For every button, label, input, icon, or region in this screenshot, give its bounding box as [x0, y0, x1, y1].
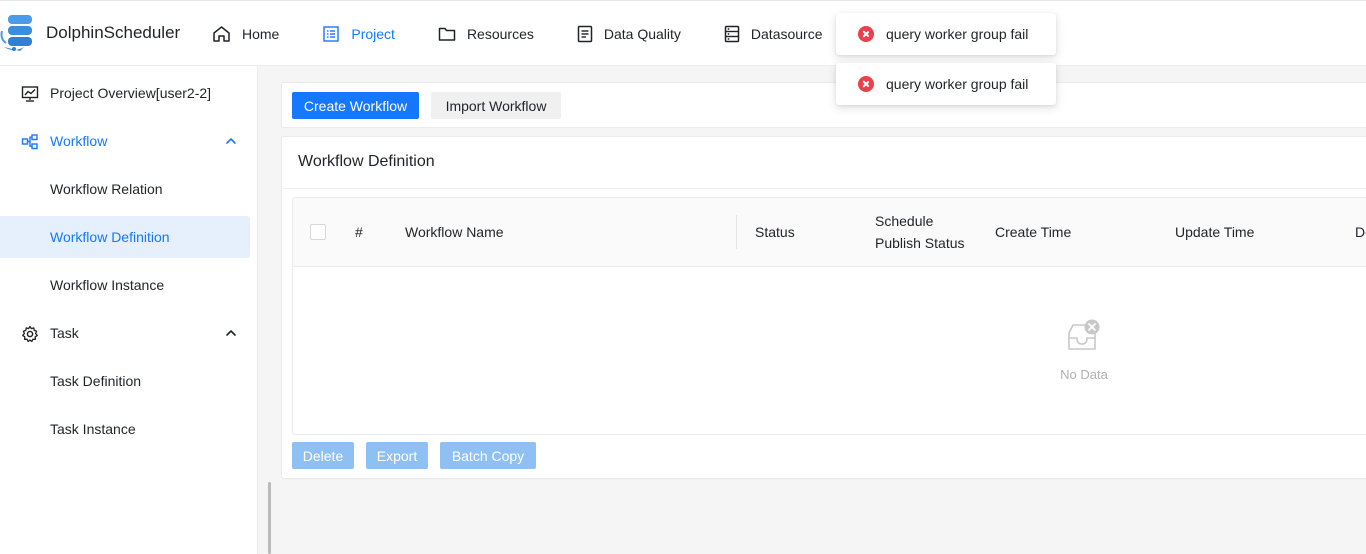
workflow-icon — [21, 134, 38, 150]
nav-resources[interactable]: Resources — [438, 1, 534, 67]
nav-project[interactable]: Project — [322, 1, 395, 67]
col-index: # — [355, 224, 363, 240]
error-toast: query worker group fail — [836, 63, 1056, 105]
column-resize-handle[interactable] — [736, 215, 737, 249]
sidebar-item-label: Project Overview[user2-2] — [50, 85, 212, 101]
create-workflow-button[interactable]: Create Workflow — [292, 92, 419, 119]
col-create-time: Create Time — [995, 224, 1072, 240]
nav-home-label: Home — [242, 26, 280, 42]
col-status: Status — [755, 224, 795, 240]
main-nav: Home Project Resources Data Quality Data… — [212, 1, 935, 67]
sidebar-item-label: Task Definition — [50, 373, 142, 389]
sidebar-item-workflow-instance[interactable]: Workflow Instance — [0, 264, 250, 306]
sidebar-item-task-instance[interactable]: Task Instance — [0, 408, 250, 450]
sidebar-item-workflow[interactable]: Workflow — [0, 120, 250, 162]
nav-project-label: Project — [351, 26, 395, 42]
datasource-icon — [724, 25, 740, 43]
app-logo[interactable]: DolphinScheduler — [0, 13, 180, 53]
workflow-definition-card: Workflow Definition # Workflow Name Stat… — [281, 136, 1366, 479]
workflow-table: # Workflow Name Status Schedule Publish … — [292, 197, 1366, 435]
chevron-up-icon — [226, 330, 236, 336]
dolphin-logo-icon — [0, 13, 44, 53]
export-button[interactable]: Export — [366, 442, 428, 469]
nav-data-quality-label: Data Quality — [603, 26, 681, 42]
toast-message: query worker group fail — [886, 26, 1029, 42]
sidebar-item-label: Task Instance — [50, 421, 136, 437]
sidebar: Project Overview[user2-2] Workflow Workf… — [0, 66, 258, 554]
empty-text: No Data — [1060, 367, 1108, 382]
error-icon — [858, 26, 874, 42]
table-header: # Workflow Name Status Schedule Publish … — [293, 198, 1366, 267]
app-name: DolphinScheduler — [46, 23, 181, 42]
home-icon — [213, 26, 230, 42]
select-all-checkbox[interactable] — [310, 224, 326, 240]
col-schedule-line2: Publish Status — [875, 235, 965, 251]
empty-inbox-icon — [1068, 319, 1100, 350]
delete-button[interactable]: Delete — [292, 442, 354, 469]
project-icon — [323, 26, 340, 42]
divider — [282, 188, 1366, 189]
sidebar-item-project-overview[interactable]: Project Overview[user2-2] — [0, 72, 250, 114]
col-workflow-name: Workflow Name — [405, 224, 504, 240]
col-truncated: De — [1355, 224, 1366, 240]
overview-icon — [21, 86, 39, 102]
gear-icon — [22, 325, 38, 343]
nav-home[interactable]: Home — [212, 1, 279, 67]
sidebar-item-workflow-definition[interactable]: Workflow Definition — [0, 216, 250, 258]
nav-resources-label: Resources — [466, 26, 534, 42]
sidebar-item-label: Task — [50, 325, 79, 341]
sidebar-item-label: Workflow Relation — [50, 181, 163, 197]
error-icon — [858, 76, 874, 92]
sidebar-item-task[interactable]: Task — [0, 312, 250, 354]
batch-copy-button[interactable]: Batch Copy — [440, 442, 536, 469]
folder-icon — [438, 27, 456, 41]
error-toast: query worker group fail — [836, 13, 1056, 55]
sidebar-item-label: Workflow Definition — [50, 229, 170, 245]
sidebar-item-label: Workflow Instance — [50, 277, 165, 293]
card-title: Workflow Definition — [298, 153, 435, 170]
empty-state: No Data — [293, 267, 1366, 435]
sidebar-scrollbar[interactable] — [268, 482, 271, 554]
toast-message: query worker group fail — [886, 76, 1029, 92]
sidebar-item-label: Workflow — [50, 133, 108, 149]
chevron-up-icon — [226, 138, 236, 144]
sidebar-item-task-definition[interactable]: Task Definition — [0, 360, 250, 402]
nav-data-quality[interactable]: Data Quality — [577, 1, 681, 67]
top-header: DolphinScheduler Home Project Resources … — [0, 0, 1366, 66]
data-quality-icon — [577, 25, 593, 43]
col-schedule-line1: Schedule — [875, 213, 934, 229]
nav-datasource-label: Datasource — [750, 26, 823, 42]
sidebar-item-workflow-relation[interactable]: Workflow Relation — [0, 168, 250, 210]
nav-datasource[interactable]: Datasource — [724, 1, 823, 67]
import-workflow-button[interactable]: Import Workflow — [431, 92, 561, 119]
col-update-time: Update Time — [1175, 224, 1255, 240]
toolbar-card: Create Workflow Import Workflow — [281, 82, 1366, 128]
